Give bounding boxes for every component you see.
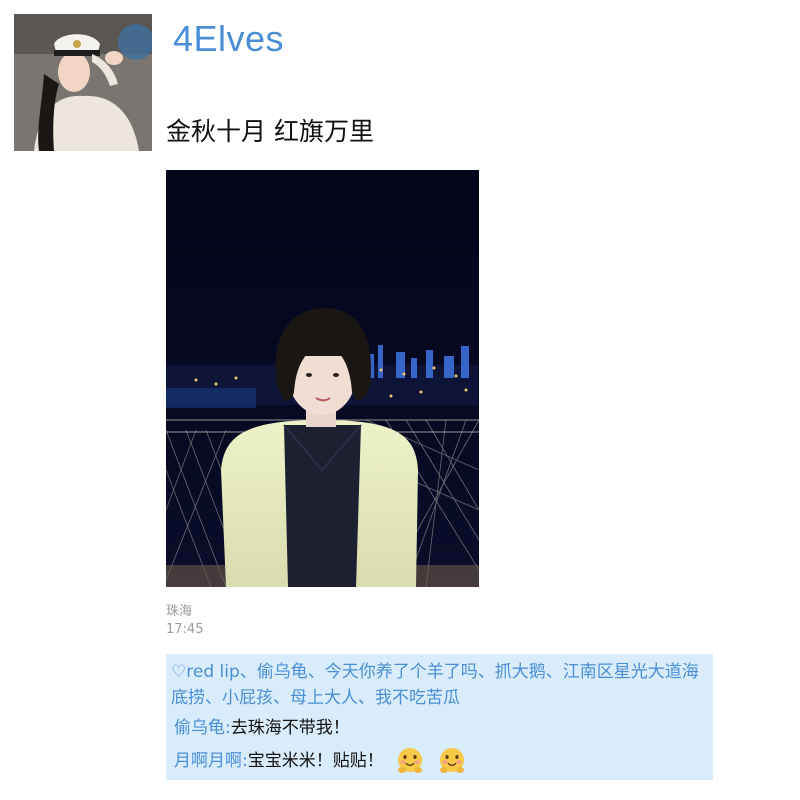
username[interactable]: 4Elves [173,18,284,60]
heart-outline-icon: ♡ [171,662,187,682]
likes-names[interactable]: red lip、偷乌龟、今天你养了个羊了吗、抓大鹅、江南区星光大道海底捞、小屁孩… [171,662,699,708]
moments-post: 4Elves 金秋十月 红旗万里 珠海 17:45 ♡red lip、偷乌龟、今… [0,0,800,800]
post-time: 17:45 [166,622,204,637]
avatar[interactable] [14,14,152,151]
post-photo[interactable] [166,170,479,587]
comment-author[interactable]: 偷乌龟 [174,718,225,738]
avatar-image [14,14,152,151]
comment-item[interactable]: 偷乌龟:去珠海不带我！ [174,716,350,740]
comment-text: 去珠海不带我！ [230,718,350,738]
hug-emoji-icon [398,748,423,773]
post-text: 金秋十月 红旗万里 [166,117,374,146]
comment-author[interactable]: 月啊月啊 [174,751,242,771]
post-location[interactable]: 珠海 [166,600,192,619]
comment-item[interactable]: 月啊月啊:宝宝米米！贴贴！ [174,746,467,776]
photo-image [166,170,479,587]
hug-emoji-icon [439,748,464,773]
comment-text: 宝宝米米！贴贴！ [247,751,384,771]
comments-panel: ♡red lip、偷乌龟、今天你养了个羊了吗、抓大鹅、江南区星光大道海底捞、小屁… [166,654,713,780]
likes-list: ♡red lip、偷乌龟、今天你养了个羊了吗、抓大鹅、江南区星光大道海底捞、小屁… [171,659,706,711]
